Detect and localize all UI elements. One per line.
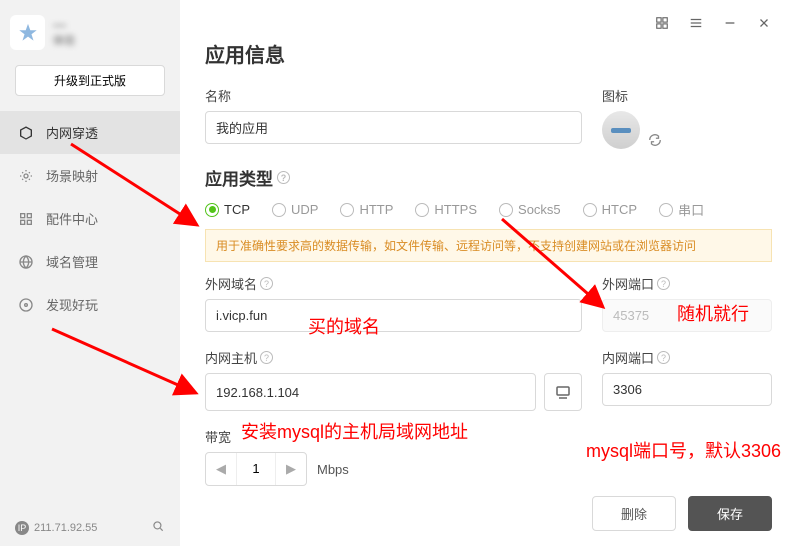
close-icon[interactable] xyxy=(756,15,772,31)
scan-icon[interactable] xyxy=(151,519,165,536)
int-host-label: 内网主机 xyxy=(205,348,257,367)
grid-icon xyxy=(18,211,34,227)
compass-icon xyxy=(18,297,34,313)
scene-icon xyxy=(18,168,34,184)
radio-http[interactable]: HTTP xyxy=(340,202,393,217)
globe-icon xyxy=(18,254,34,270)
ext-domain-label: 外网域名 xyxy=(205,274,257,293)
ext-port-input xyxy=(602,299,772,332)
cube-icon xyxy=(18,125,34,141)
radio-tcp[interactable]: TCP xyxy=(205,202,250,217)
sidebar-item-label: 场景映射 xyxy=(46,166,98,185)
sidebar-item-discover[interactable]: 发现好玩 xyxy=(0,283,180,326)
radio-serial[interactable]: 串口 xyxy=(659,200,704,219)
sidebar-footer: IP 211.71.92.55 xyxy=(0,509,180,546)
save-button[interactable]: 保存 xyxy=(688,496,772,531)
bandwidth-stepper[interactable]: ◀ 1 ▶ xyxy=(205,452,307,486)
help-icon[interactable]: ? xyxy=(277,171,290,184)
upgrade-button[interactable]: 升级到正式版 xyxy=(15,65,165,96)
page-title: 应用信息 xyxy=(205,39,772,68)
help-icon[interactable]: ? xyxy=(260,277,273,290)
sidebar-item-label: 配件中心 xyxy=(46,209,98,228)
radio-udp[interactable]: UDP xyxy=(272,202,318,217)
ip-address: 211.71.92.55 xyxy=(34,522,97,534)
radio-socks5[interactable]: Socks5 xyxy=(499,202,561,217)
titlebar xyxy=(205,15,772,39)
sidebar-item-scene[interactable]: 场景映射 xyxy=(0,154,180,197)
tip-bar: 用于准确性要求高的数据传输，如文件传输、远程访问等，不支持创建网站或在浏览器访问 xyxy=(205,229,772,262)
radio-htcp[interactable]: HTCP xyxy=(583,202,637,217)
app-icon[interactable] xyxy=(602,111,640,149)
ext-port-label: 外网端口 xyxy=(602,274,654,293)
sidebar-item-domain[interactable]: 域名管理 xyxy=(0,240,180,283)
sidebar-item-label: 内网穿透 xyxy=(46,123,98,142)
sidebar-item-tunnel[interactable]: 内网穿透 xyxy=(0,111,180,154)
star-icon xyxy=(10,15,45,50)
sidebar: — 体验 升级到正式版 内网穿透 场景映射 配件中心 域名管理 xyxy=(0,0,180,546)
minimize-icon[interactable] xyxy=(722,15,738,31)
host-picker-button[interactable] xyxy=(544,373,582,411)
int-host-input[interactable] xyxy=(205,373,536,411)
ip-badge-icon: IP xyxy=(15,521,29,535)
int-port-input[interactable] xyxy=(602,373,772,406)
radio-https[interactable]: HTTPS xyxy=(415,202,477,217)
stepper-decrease[interactable]: ◀ xyxy=(206,461,236,477)
bandwidth-unit: Mbps xyxy=(317,462,349,477)
sidebar-item-label: 发现好玩 xyxy=(46,295,98,314)
profile-section: — 体验 xyxy=(0,0,180,60)
name-label: 名称 xyxy=(205,86,582,105)
bandwidth-label: 带宽 xyxy=(205,427,772,446)
sidebar-item-label: 域名管理 xyxy=(46,252,98,271)
apptype-title: 应用类型 xyxy=(205,165,273,190)
profile-sub: 体验 xyxy=(53,32,170,48)
delete-button[interactable]: 删除 xyxy=(592,496,676,531)
sidebar-item-accessories[interactable]: 配件中心 xyxy=(0,197,180,240)
int-port-label: 内网端口 xyxy=(602,348,654,367)
refresh-icon[interactable] xyxy=(648,133,662,147)
icon-label: 图标 xyxy=(602,86,772,105)
main-panel: 应用信息 名称 图标 应用类型? TCP UDP HTTP HTTPS S xyxy=(180,0,797,546)
ext-domain-input[interactable] xyxy=(205,299,582,332)
grid-view-icon[interactable] xyxy=(654,15,670,31)
help-icon[interactable]: ? xyxy=(657,277,670,290)
menu-icon[interactable] xyxy=(688,15,704,31)
name-input[interactable] xyxy=(205,111,582,144)
help-icon[interactable]: ? xyxy=(657,351,670,364)
stepper-value: 1 xyxy=(236,453,276,485)
profile-name: — xyxy=(53,17,170,32)
help-icon[interactable]: ? xyxy=(260,351,273,364)
stepper-increase[interactable]: ▶ xyxy=(276,461,306,477)
